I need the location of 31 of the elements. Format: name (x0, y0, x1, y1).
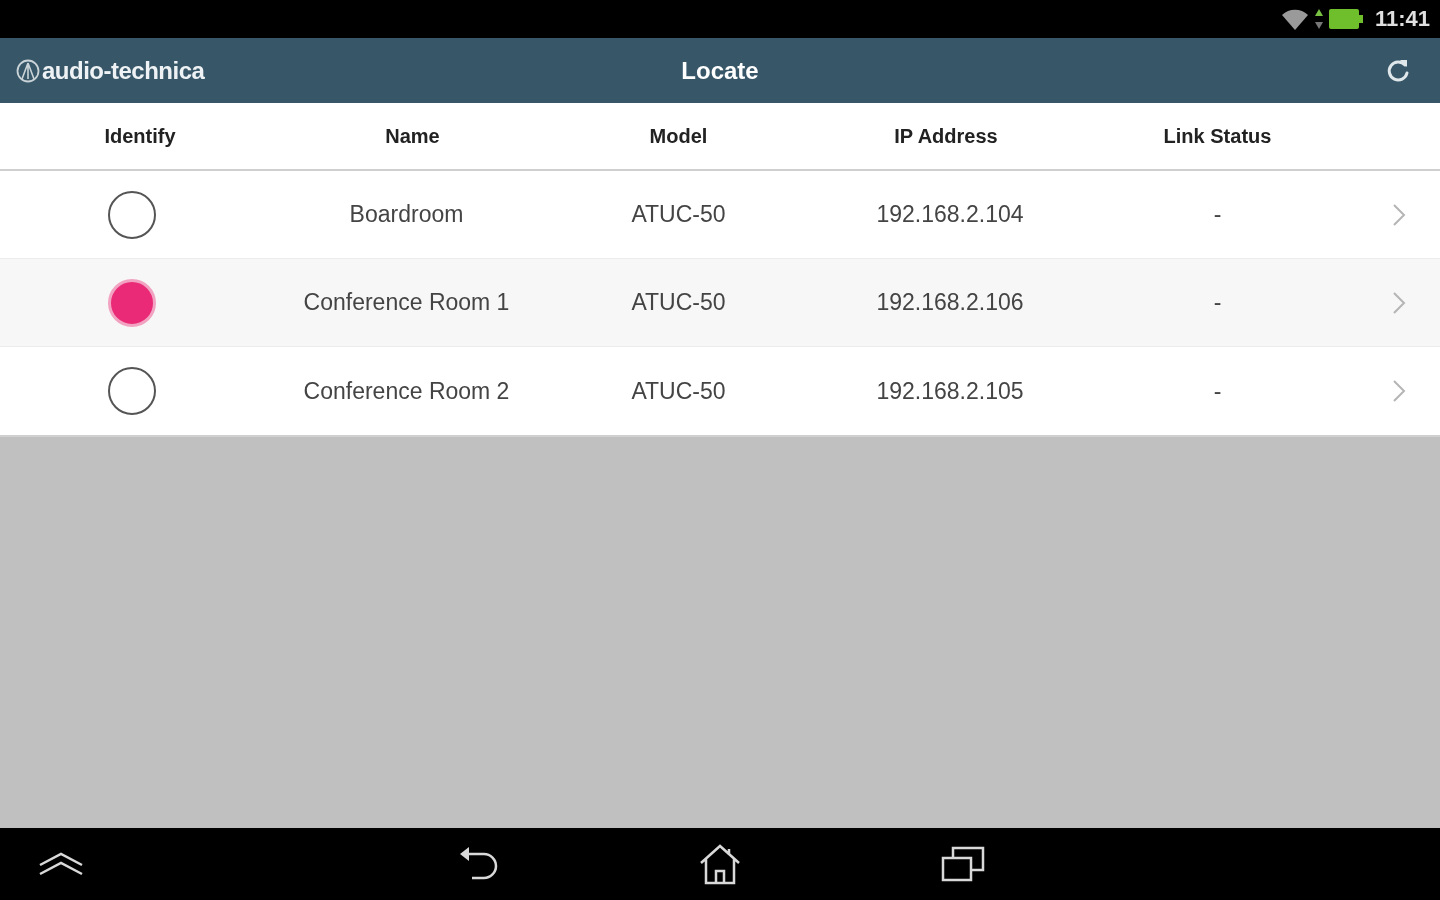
identify-toggle-off[interactable] (108, 367, 156, 415)
table-cell-text: 192.168.2.106 (876, 288, 1024, 318)
column-header: Link Status (1163, 124, 1272, 149)
table-cell-text: 192.168.2.104 (876, 200, 1024, 230)
table-cell-text: - (1213, 288, 1222, 318)
column-header: Model (649, 124, 708, 149)
identify-toggle-on[interactable] (108, 278, 156, 327)
device-row[interactable]: Conference Room 1 ATUC-50 192.168.2.106 - (0, 259, 1440, 347)
table-cell-text: ATUC-50 (631, 376, 726, 406)
recent-apps-icon[interactable] (941, 846, 985, 882)
table-cell-text: Boardroom (349, 200, 464, 230)
home-icon[interactable] (698, 843, 742, 885)
table-cell-text: - (1213, 200, 1222, 230)
data-arrows-icon (1314, 9, 1323, 29)
brand-logo-text: audio-technica (42, 55, 205, 86)
logo-mark-icon (16, 58, 40, 83)
column-header: IP Address (894, 124, 998, 149)
table-cell-text: 192.168.2.105 (876, 376, 1024, 406)
battery-icon (1328, 9, 1363, 29)
table-cell-text: ATUC-50 (631, 288, 726, 318)
table-cell-text: Conference Room 2 (303, 376, 510, 406)
table-cell-text: - (1213, 376, 1222, 406)
clock-time: 11:41 (1374, 8, 1430, 30)
double-chevron-up-icon[interactable] (38, 851, 84, 877)
table-cell-text: Conference Room 1 (303, 288, 510, 318)
screen-title: Locate (681, 55, 759, 86)
column-header: Identify (104, 124, 176, 149)
identify-toggle-off[interactable] (108, 190, 156, 239)
table-cell-text: ATUC-50 (631, 200, 726, 230)
column-header: Name (385, 124, 440, 149)
wifi-icon (1280, 7, 1309, 31)
